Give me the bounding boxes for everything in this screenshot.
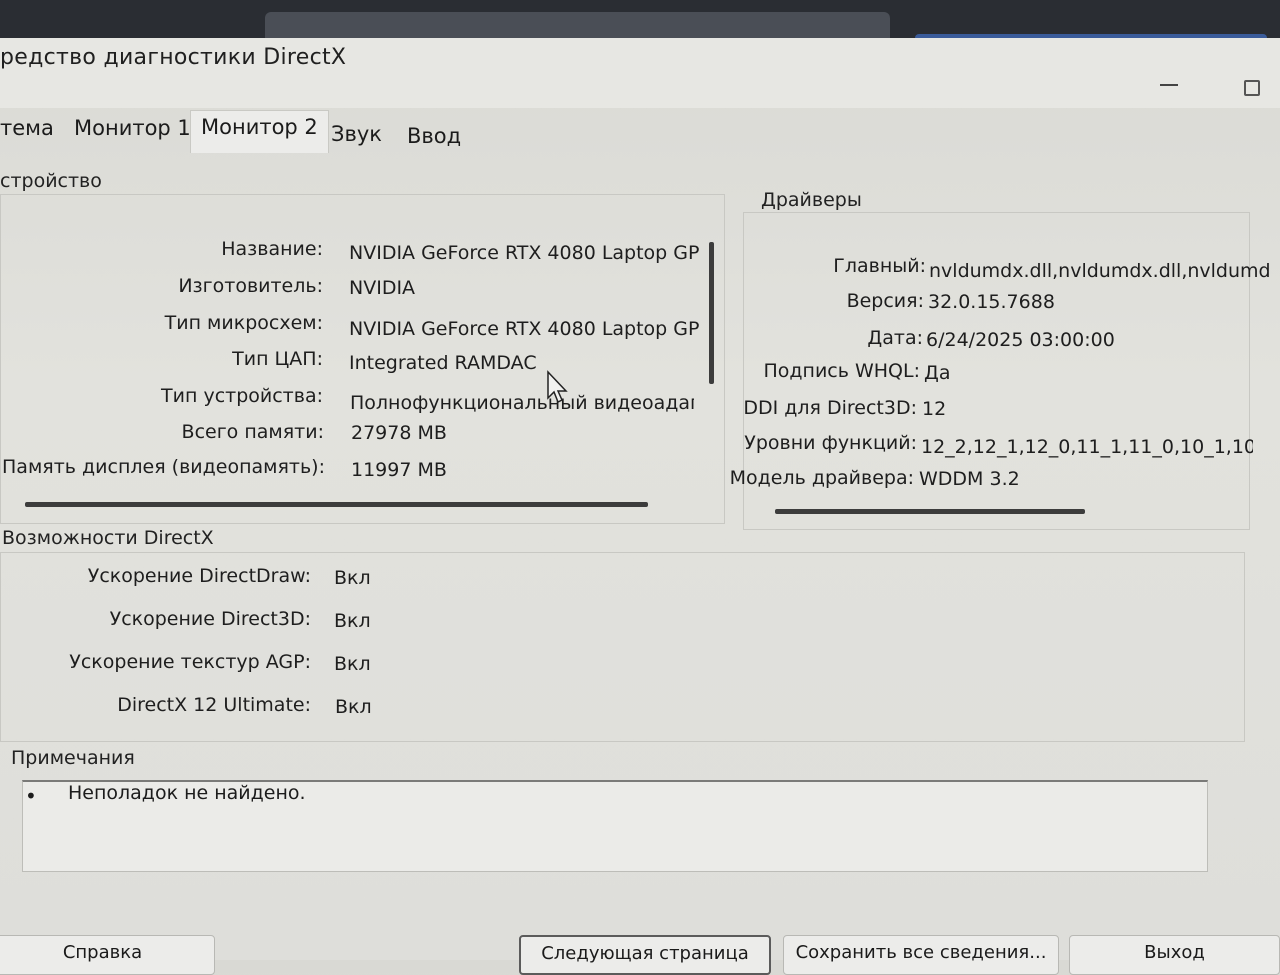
tab-system[interactable]: тема [0,114,62,142]
directdraw-value: Вкл [334,567,371,589]
total-memory-value: 27978 MB [351,422,447,444]
tab-sound[interactable]: Звук [323,120,390,148]
display-memory-label: Память дисплея (видеопамять): [2,456,325,478]
device-vertical-scrollbar[interactable] [709,242,714,384]
window-title: редство диагностики DirectX [0,45,347,70]
device-name-value: NVIDIA GeForce RTX 4080 Laptop GPU [349,242,701,264]
driver-version-value: 32.0.15.7688 [928,291,1055,313]
dx12-ultimate-label: DirectX 12 Ultimate: [117,694,311,716]
directdraw-label: Ускорение DirectDraw: [87,565,311,587]
tab-monitor-1[interactable]: Монитор 1 [66,114,199,142]
display-memory-value: 11997 MB [351,459,447,481]
tab-input[interactable]: Ввод [399,122,469,150]
driver-main-label: Главный: [833,255,926,277]
next-page-button[interactable]: Следующая страница [519,935,771,975]
feature-levels-label: Уровни функций: [744,432,917,454]
whql-label: Подпись WHQL: [763,360,920,382]
total-memory-label: Всего памяти: [181,421,324,443]
driver-model-value: WDDM 3.2 [919,468,1020,490]
driver-main-value: nvldumdx.dll,nvldumdx.dll,nvldumdx.dll [929,260,1269,282]
tab-monitor-2[interactable]: Монитор 2 [190,110,329,153]
direct3d-value: Вкл [334,610,371,632]
directx-group-label: Возможности DirectX [2,527,214,549]
whql-value: Да [924,362,951,384]
notes-group-label: Примечания [11,747,135,769]
driver-model-label: Модель драйвера: [729,467,914,489]
mouse-cursor-icon [547,370,568,404]
bullet-icon: • [25,784,37,808]
driver-version-label: Версия: [846,290,924,312]
drivers-group-label: Драйверы [761,189,862,211]
device-type-label: Тип устройства: [161,385,323,407]
chip-type-value: NVIDIA GeForce RTX 4080 Laptop GPU [349,318,701,340]
maximize-icon[interactable] [1244,80,1260,96]
ddi-value: 12 [922,398,947,420]
exit-button[interactable]: Выход [1069,935,1280,975]
note-item: Неполадок не найдено. [68,782,306,804]
save-all-button[interactable]: Сохранить все сведения... [783,935,1059,975]
manufacturer-label: Изготовитель: [178,275,323,297]
minimize-icon[interactable] [1160,84,1178,86]
device-horizontal-scrollbar[interactable] [25,502,648,507]
dac-type-label: Тип ЦАП: [232,348,323,370]
device-group-label: стройство [0,170,102,192]
direct3d-label: Ускорение Direct3D: [109,608,311,630]
feature-levels-value: 12_2,12_1,12_0,11_1,11_0,10_1,10_0,9_ [921,436,1253,458]
ddi-label: DDI для Direct3D: [743,397,917,419]
device-type-value: Полнофункциональный видеоадапте [350,392,694,414]
driver-date-label: Дата: [867,327,923,349]
drivers-horizontal-scrollbar[interactable] [775,509,1085,514]
device-name-label: Название: [221,238,323,260]
agp-value: Вкл [334,653,371,675]
dx12-ultimate-value: Вкл [335,696,372,718]
agp-label: Ускорение текстур AGP: [69,651,311,673]
chip-type-label: Тип микросхем: [164,312,323,334]
driver-date-value: 6/24/2025 03:00:00 [926,329,1115,351]
manufacturer-value: NVIDIA [349,277,416,299]
help-button[interactable]: Справка [0,935,215,975]
dac-type-value: Integrated RAMDAC [349,352,537,374]
